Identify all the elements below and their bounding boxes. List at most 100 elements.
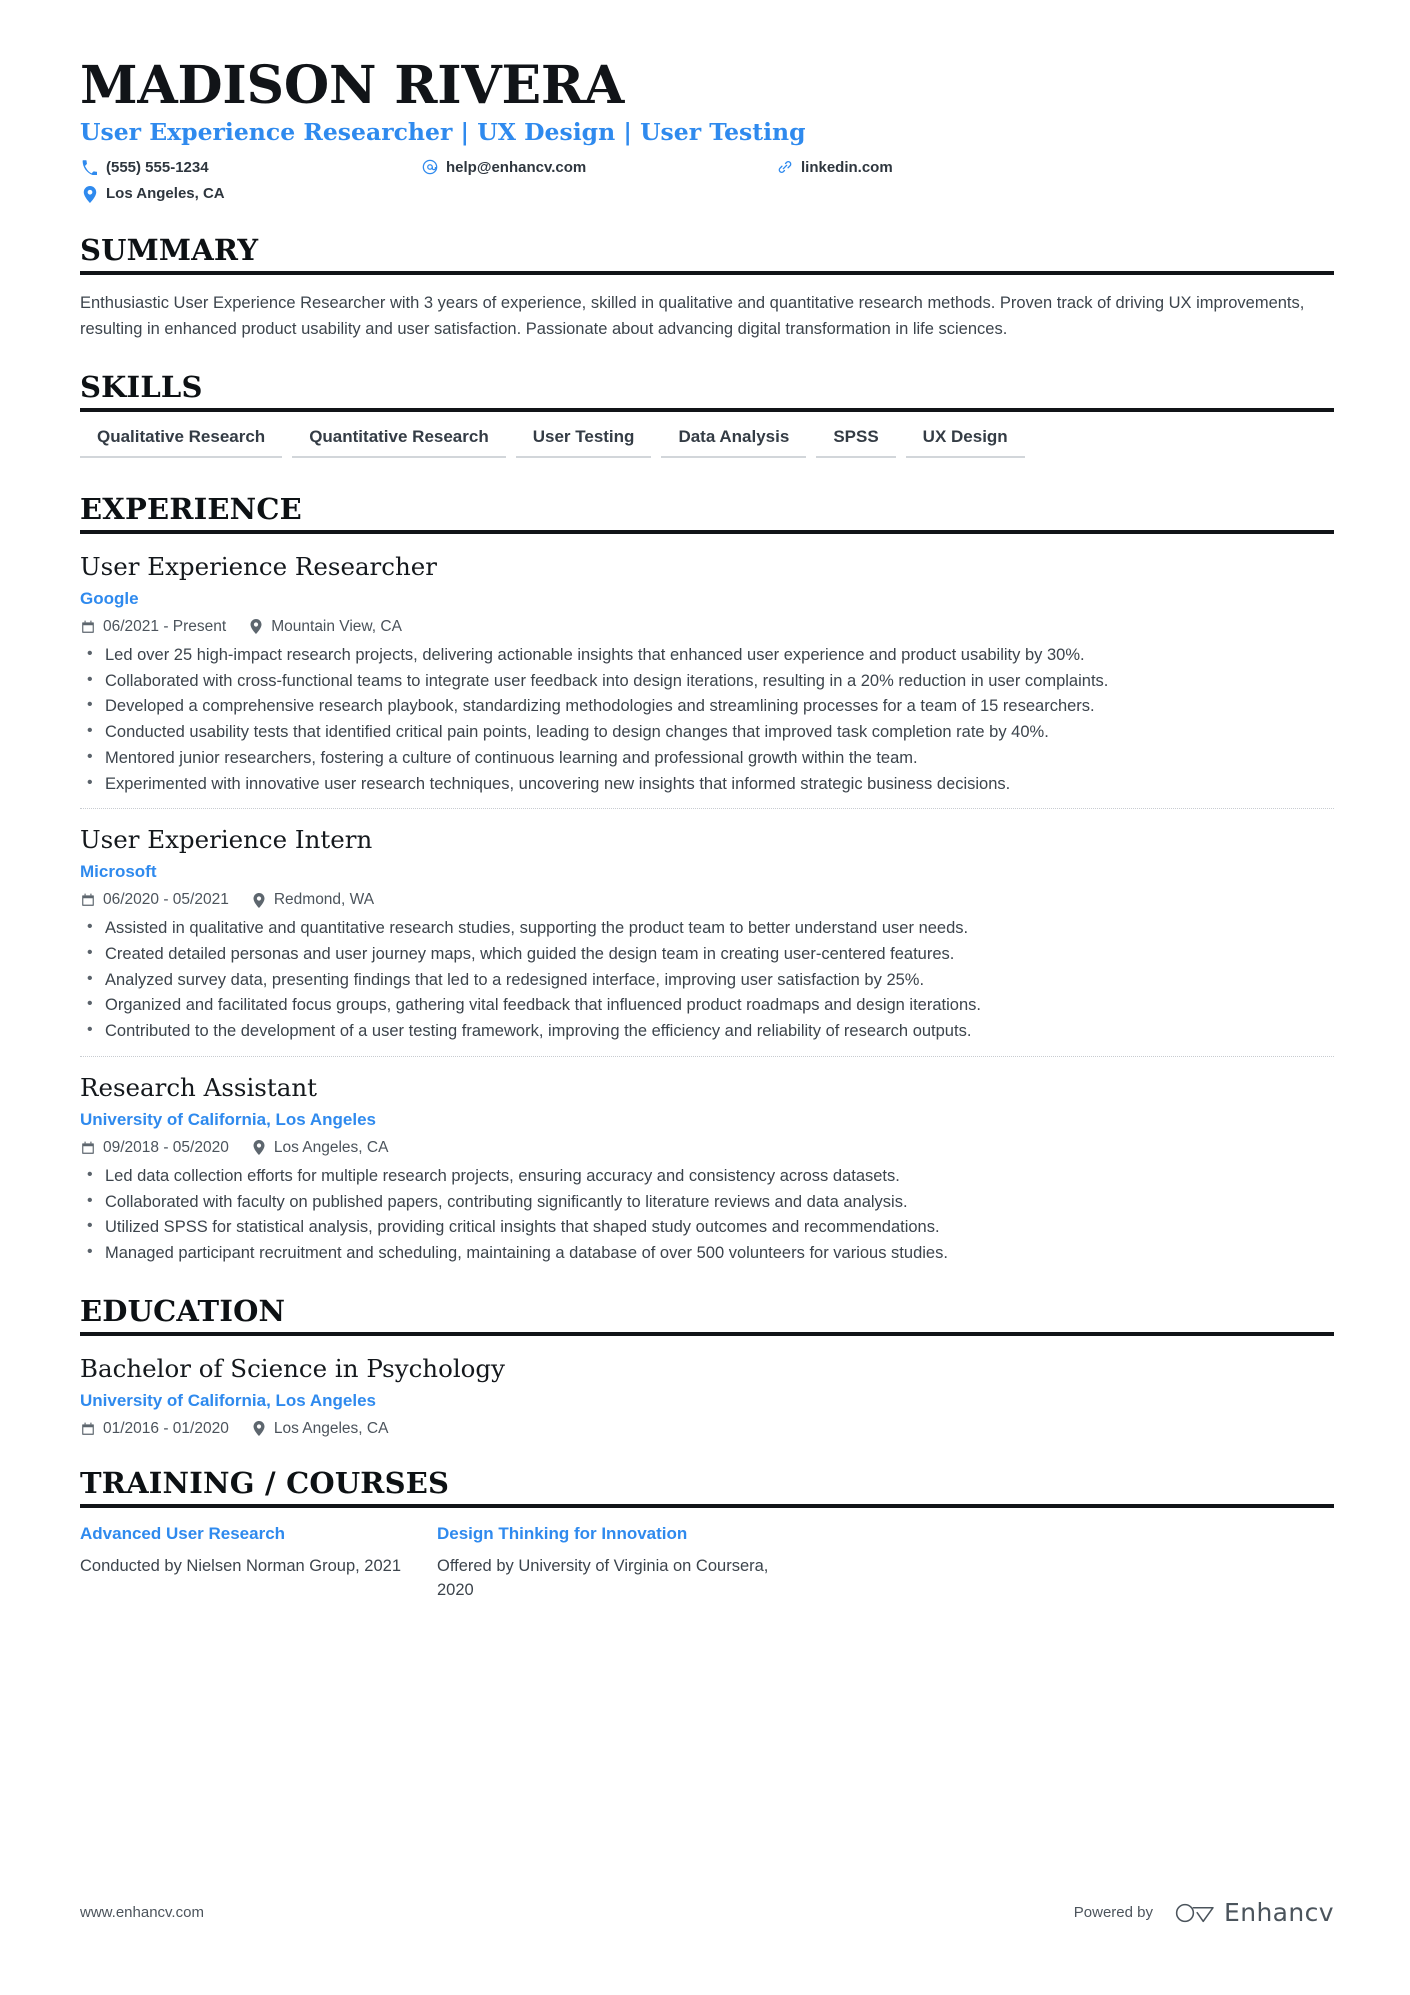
contact-linkedin[interactable]: linkedin.com — [775, 157, 1075, 179]
contact-email[interactable]: help@enhancv.com — [420, 157, 775, 179]
education-dates: 01/2016 - 01/2020 — [80, 1420, 229, 1438]
job-dates-text: 09/2018 - 05/2020 — [103, 1138, 229, 1156]
course-name[interactable]: Advanced User Research — [80, 1523, 415, 1546]
section-divider — [80, 1503, 1334, 1508]
bullet-item: Conducted usability tests that identifie… — [80, 719, 1320, 745]
bullet-item: Led data collection efforts for multiple… — [80, 1163, 1320, 1189]
bullet-item: Utilized SPSS for statistical analysis, … — [80, 1214, 1320, 1240]
contact-location: Los Angeles, CA — [80, 183, 420, 205]
bullet-item: Assisted in qualitative and quantitative… — [80, 915, 1320, 941]
job-bullets: Led data collection efforts for multiple… — [80, 1163, 1334, 1266]
resume-page: MADISON RIVERA User Experience Researche… — [0, 0, 1410, 1995]
section-divider — [80, 529, 1334, 534]
summary-text: Enthusiastic User Experience Researcher … — [80, 293, 1305, 338]
job-meta: 06/2020 - 05/2021 Redmond, WA — [80, 891, 1334, 909]
job-title: Research Assistant — [80, 1072, 317, 1102]
bullet-item: Contributed to the development of a user… — [80, 1018, 1320, 1044]
job-dates-text: 06/2020 - 05/2021 — [103, 891, 229, 909]
bullet-item: Led over 25 high-impact research project… — [80, 642, 1320, 668]
skill-chip: SPSS — [816, 427, 896, 458]
enhancv-wordmark: Enhancv — [1224, 1898, 1334, 1927]
section-divider — [80, 407, 1334, 412]
candidate-headline: User Experience Researcher | UX Design |… — [80, 118, 806, 147]
education-entry: Bachelor of Science in Psychology Univer… — [80, 1351, 1334, 1438]
education-location: Los Angeles, CA — [251, 1419, 389, 1438]
job-dates: 06/2020 - 05/2021 — [80, 891, 229, 909]
calendar-icon — [80, 1140, 96, 1156]
experience-entry: User Experience Researcher Google 06/202… — [80, 549, 1334, 796]
location-icon — [248, 619, 264, 635]
powered-by-label: Powered by — [1073, 1904, 1153, 1921]
location-icon — [251, 1140, 267, 1156]
calendar-icon — [80, 1421, 96, 1437]
job-bullets: Led over 25 high-impact research project… — [80, 642, 1334, 797]
course-name[interactable]: Design Thinking for Innovation — [437, 1523, 772, 1546]
summary-section: SUMMARY Enthusiastic User Experience Res… — [80, 233, 1334, 342]
section-divider — [80, 1331, 1334, 1336]
company-name[interactable]: Google — [80, 588, 1334, 610]
bullet-item: Managed participant recruitment and sche… — [80, 1240, 1320, 1266]
course-item: Design Thinking for Innovation Offered b… — [437, 1523, 772, 1603]
education-section-title: EDUCATION — [80, 1293, 286, 1328]
company-name[interactable]: University of California, Los Angeles — [80, 1109, 1334, 1131]
skills-section: SKILLS Qualitative Research Quantitative… — [80, 371, 1334, 464]
job-title: User Experience Researcher — [80, 551, 437, 581]
skill-chip: Data Analysis — [661, 427, 807, 458]
bullet-item: Collaborated with faculty on published p… — [80, 1189, 1320, 1215]
experience-entry: User Experience Intern Microsoft 06/2020… — [80, 808, 1334, 1044]
bullet-item: Collaborated with cross-functional teams… — [80, 668, 1320, 694]
contact-phone[interactable]: (555) 555-1234 — [80, 157, 420, 179]
job-location-text: Redmond, WA — [273, 891, 375, 909]
phone-icon — [80, 159, 99, 176]
contact-phone-text: (555) 555-1234 — [106, 158, 209, 176]
contact-email-text: help@enhancv.com — [446, 158, 587, 176]
contact-linkedin-text: linkedin.com — [801, 158, 893, 176]
course-description: Conducted by Nielsen Norman Group, 2021 — [80, 1556, 402, 1575]
education-dates-text: 01/2016 - 01/2020 — [103, 1419, 229, 1437]
courses-section: TRAINING / COURSES Advanced User Researc… — [80, 1465, 1334, 1603]
candidate-name: MADISON RIVERA — [80, 55, 625, 116]
job-dates: 06/2021 - Present — [80, 618, 226, 636]
job-dates-text: 06/2021 - Present — [103, 617, 227, 635]
contact-details: (555) 555-1234 help@enhancv.com linkedin… — [80, 157, 1080, 206]
company-name[interactable]: Microsoft — [80, 861, 1334, 883]
page-footer: www.enhancv.com Powered by Enhancv — [80, 1898, 1334, 1927]
courses-section-title: TRAINING / COURSES — [80, 1465, 450, 1500]
bullet-item: Organized and facilitated focus groups, … — [80, 992, 1320, 1018]
footer-website-url[interactable]: www.enhancv.com — [80, 1904, 204, 1921]
education-meta: 01/2016 - 01/2020 Los Angeles, CA — [80, 1420, 1334, 1438]
job-location: Redmond, WA — [251, 891, 374, 909]
location-icon — [80, 185, 99, 203]
bullet-item: Mentored junior researchers, fostering a… — [80, 745, 1320, 771]
bullet-item: Developed a comprehensive research playb… — [80, 693, 1320, 719]
degree-title: Bachelor of Science in Psychology — [80, 1353, 505, 1383]
job-dates: 09/2018 - 05/2020 — [80, 1139, 229, 1157]
job-title: User Experience Intern — [80, 825, 373, 855]
skill-chip: Quantitative Research — [292, 427, 506, 458]
link-icon — [775, 159, 794, 176]
education-location-text: Los Angeles, CA — [273, 1419, 389, 1437]
contact-location-text: Los Angeles, CA — [106, 185, 225, 203]
calendar-icon — [80, 892, 96, 908]
calendar-icon — [80, 619, 96, 635]
experience-section: EXPERIENCE User Experience Researcher Go… — [80, 491, 1334, 1266]
bullet-item: Created detailed personas and user journ… — [80, 941, 1320, 967]
education-section: EDUCATION Bachelor of Science in Psychol… — [80, 1293, 1334, 1438]
skills-list: Qualitative Research Quantitative Resear… — [80, 427, 1334, 464]
experience-section-title: EXPERIENCE — [80, 491, 302, 526]
summary-section-title: SUMMARY — [80, 233, 259, 268]
job-bullets: Assisted in qualitative and quantitative… — [80, 915, 1334, 1044]
job-meta: 09/2018 - 05/2020 Los Angeles, CA — [80, 1139, 1334, 1157]
skill-chip: Qualitative Research — [80, 427, 283, 458]
school-name[interactable]: University of California, Los Angeles — [80, 1390, 1334, 1412]
email-icon — [420, 159, 439, 176]
enhancv-mark-icon — [1175, 1903, 1214, 1922]
footer-branding: Powered by Enhancv — [1074, 1898, 1334, 1927]
enhancv-logo: Enhancv — [1175, 1898, 1334, 1927]
bullet-item: Analyzed survey data, presenting finding… — [80, 967, 1320, 993]
resume-header: MADISON RIVERA User Experience Researche… — [80, 55, 1334, 206]
job-location-text: Los Angeles, CA — [273, 1138, 389, 1156]
skill-chip: UX Design — [905, 427, 1025, 458]
job-meta: 06/2021 - Present Mountain View, CA — [80, 618, 1334, 636]
job-location: Mountain View, CA — [248, 618, 402, 636]
